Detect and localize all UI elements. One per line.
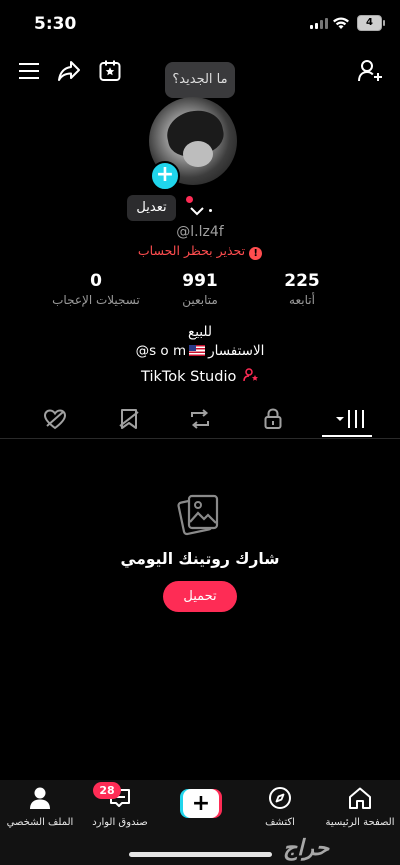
- whats-new-tooltip[interactable]: ما الجديد؟: [165, 62, 235, 98]
- home-indicator: [129, 852, 272, 857]
- photos-icon: [177, 492, 223, 540]
- inbox-badge: 28: [93, 782, 121, 799]
- stat-following[interactable]: 225 أتابعه: [242, 271, 362, 307]
- status-time: 5:30: [34, 14, 77, 34]
- tab-videos[interactable]: [330, 406, 370, 432]
- nav-explore[interactable]: اكتشف: [240, 786, 320, 828]
- nav-home-label: الصفحة الرئيسية: [325, 817, 395, 828]
- us-flag-icon: [189, 345, 206, 356]
- nav-inbox[interactable]: صندوق الوارد 28: [80, 782, 160, 828]
- create-button[interactable]: +: [180, 789, 222, 818]
- nav-explore-label: اكتشف: [265, 817, 295, 828]
- upload-button[interactable]: تحميل: [163, 581, 237, 612]
- active-tab-indicator: [322, 435, 372, 437]
- likes-label: تسجيلات الإعجاب: [52, 293, 140, 307]
- plus-icon: +: [183, 789, 219, 818]
- edit-profile-button[interactable]: تعديل: [127, 195, 176, 221]
- studio-label: TikTok Studio: [141, 369, 237, 385]
- bio-line-2: @s o m الاستفسار: [0, 343, 400, 359]
- bio-line-1: للبيع: [188, 324, 212, 340]
- likes-count: 0: [90, 271, 102, 291]
- following-label: أتابعه: [289, 293, 315, 307]
- tab-private[interactable]: [258, 406, 288, 432]
- add-friend-icon[interactable]: [357, 58, 383, 84]
- following-count: 225: [284, 271, 320, 291]
- profile-icon: [30, 787, 50, 809]
- tab-reposts[interactable]: [185, 406, 215, 432]
- nav-home[interactable]: الصفحة الرئيسية: [320, 786, 400, 828]
- signal-icon: [310, 18, 328, 29]
- tab-liked[interactable]: [40, 406, 70, 432]
- account-warning[interactable]: تحذير بحظر الحساب!: [0, 243, 400, 260]
- watermark-logo: حراج: [283, 836, 330, 861]
- menu-icon[interactable]: [16, 58, 42, 84]
- compass-icon: [269, 787, 291, 809]
- add-avatar-button[interactable]: +: [150, 161, 180, 191]
- bio-handle: @s o m: [135, 343, 187, 359]
- bio-inquiry: الاستفسار: [208, 343, 265, 359]
- wifi-icon: [332, 15, 350, 34]
- nav-profile-label: الملف الشخصي: [6, 817, 74, 828]
- home-icon: [349, 787, 371, 809]
- stat-likes[interactable]: 0 تسجيلات الإعجاب: [36, 271, 156, 307]
- share-icon[interactable]: [56, 58, 82, 84]
- profile-tabs: [0, 400, 400, 439]
- nav-profile[interactable]: الملف الشخصي: [0, 786, 80, 828]
- nav-inbox-label: صندوق الوارد: [92, 817, 148, 828]
- warning-icon: !: [249, 247, 263, 260]
- tab-favorites[interactable]: [114, 406, 144, 432]
- warning-text: تحذير بحظر الحساب: [137, 243, 246, 258]
- dot: [209, 209, 212, 212]
- username: @l.lz4f: [176, 224, 224, 240]
- tiktok-studio-link[interactable]: TikTok Studio: [0, 367, 400, 387]
- studio-icon: [243, 367, 259, 387]
- calendar-star-icon[interactable]: [97, 58, 123, 84]
- battery-icon: 4: [357, 15, 385, 31]
- empty-state-title: شارك روتينك اليومي: [120, 550, 280, 568]
- chevron-down-icon[interactable]: [189, 201, 205, 220]
